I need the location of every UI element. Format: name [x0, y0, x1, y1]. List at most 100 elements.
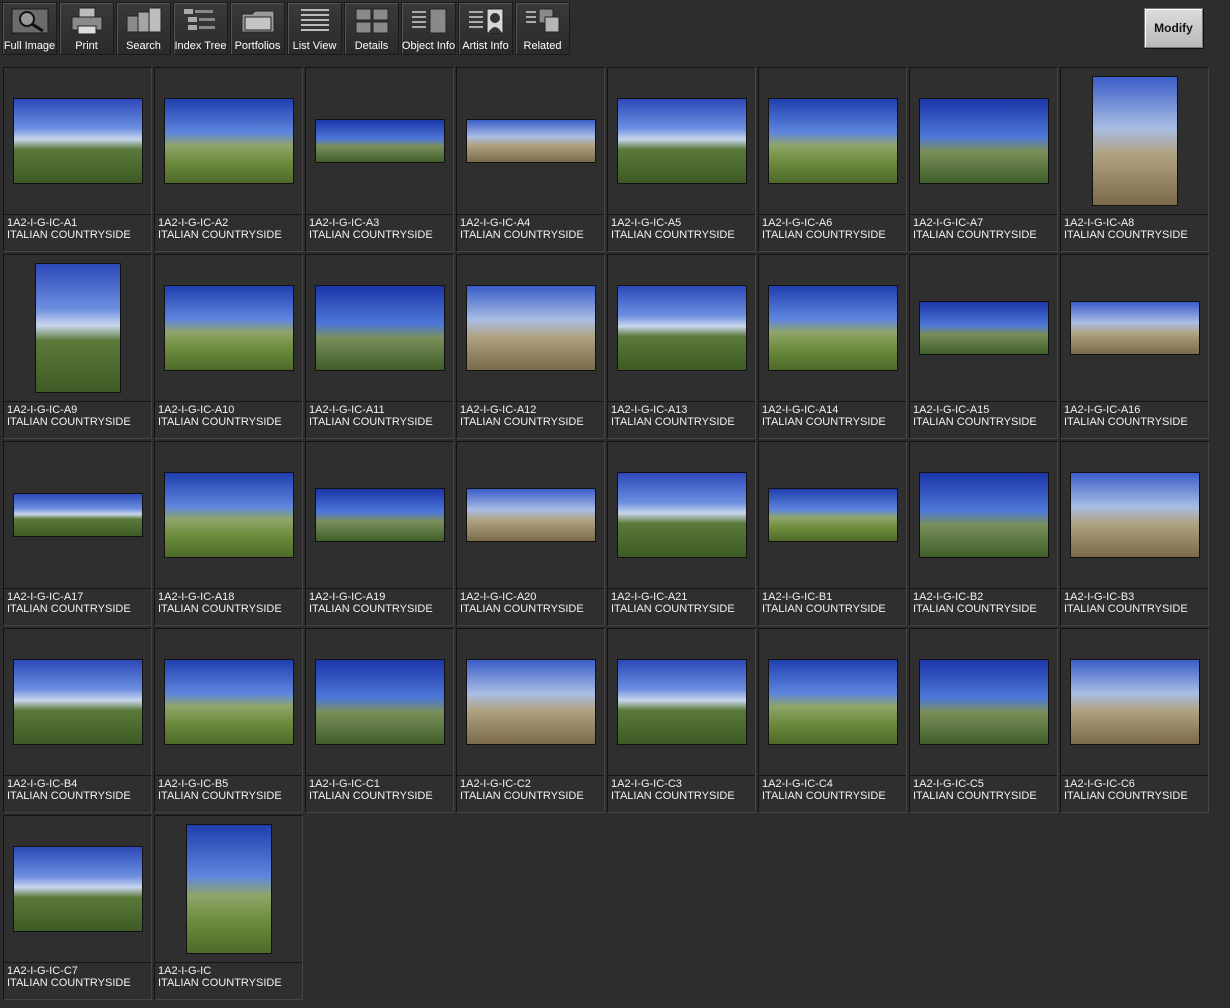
thumbnail-area	[4, 442, 151, 587]
object-info-button[interactable]: Object Info	[401, 2, 456, 55]
thumbnail-image[interactable]	[920, 99, 1048, 183]
thumbnail-cell[interactable]: 1A2-I-G-IC-A12 ITALIAN COUNTRYSIDE	[456, 254, 605, 439]
thumbnail-cell[interactable]: 1A2-I-G-IC-A18 ITALIAN COUNTRYSIDE	[154, 441, 303, 626]
index-tree-button[interactable]: Index Tree	[173, 2, 228, 55]
thumbnail-caption: 1A2-I-G-IC-C3 ITALIAN COUNTRYSIDE	[608, 775, 755, 812]
thumbnail-caption: 1A2-I-G-IC-A9 ITALIAN COUNTRYSIDE	[4, 401, 151, 438]
print-button[interactable]: Print	[59, 2, 114, 55]
thumbnail-caption: 1A2-I-G-IC-A1 ITALIAN COUNTRYSIDE	[4, 214, 151, 251]
thumbnail-cell[interactable]: 1A2-I-G-IC-C1 ITALIAN COUNTRYSIDE	[305, 628, 454, 813]
thumbnail-cell[interactable]: 1A2-I-G-IC-A20 ITALIAN COUNTRYSIDE	[456, 441, 605, 626]
thumbnail-cell[interactable]: 1A2-I-G-IC-A6 ITALIAN COUNTRYSIDE	[758, 67, 907, 252]
thumbnail-image[interactable]	[618, 286, 746, 370]
thumbnail-image[interactable]	[618, 660, 746, 744]
thumbnail-cell[interactable]: 1A2-I-G-IC-A21 ITALIAN COUNTRYSIDE	[607, 441, 756, 626]
thumbnail-cell[interactable]: 1A2-I-G-IC-A1 ITALIAN COUNTRYSIDE	[3, 67, 152, 252]
details-button[interactable]: Details	[344, 2, 399, 55]
thumbnail-cell[interactable]: 1A2-I-G-IC-A4 ITALIAN COUNTRYSIDE	[456, 67, 605, 252]
thumbnail-title: ITALIAN COUNTRYSIDE	[158, 603, 282, 615]
thumbnail-cell[interactable]: 1A2-I-G-IC-A13 ITALIAN COUNTRYSIDE	[607, 254, 756, 439]
thumbnail-image[interactable]	[316, 489, 444, 541]
thumbnail-image[interactable]	[165, 660, 293, 744]
thumbnail-cell[interactable]: 1A2-I-G-IC-C6 ITALIAN COUNTRYSIDE	[1060, 628, 1209, 813]
thumbnail-cell[interactable]: 1A2-I-G-IC-C2 ITALIAN COUNTRYSIDE	[456, 628, 605, 813]
thumbnail-image[interactable]	[769, 660, 897, 744]
thumbnail-cell[interactable]: 1A2-I-G-IC-A19 ITALIAN COUNTRYSIDE	[305, 441, 454, 626]
thumbnail-image[interactable]	[1071, 660, 1199, 744]
modify-button[interactable]: Modify	[1144, 8, 1203, 48]
thumbnail-image[interactable]	[14, 99, 142, 183]
thumbnail-image[interactable]	[769, 489, 897, 541]
thumbnail-image[interactable]	[467, 489, 595, 541]
list-view-button[interactable]: List View	[287, 2, 342, 55]
thumbnail-cell[interactable]: 1A2-I-G-IC-A7 ITALIAN COUNTRYSIDE	[909, 67, 1058, 252]
thumbnail-image[interactable]	[1071, 473, 1199, 557]
thumbnail-image[interactable]	[920, 302, 1048, 354]
thumbnail-cell[interactable]: 1A2-I-G-IC-C3 ITALIAN COUNTRYSIDE	[607, 628, 756, 813]
search-button[interactable]: Search	[116, 2, 171, 55]
thumbnail-cell[interactable]: 1A2-I-G-IC-B3 ITALIAN COUNTRYSIDE	[1060, 441, 1209, 626]
thumbnail-cell[interactable]: 1A2-I-G-IC-C7 ITALIAN COUNTRYSIDE	[3, 815, 152, 1000]
portfolios-button[interactable]: Portfolios	[230, 2, 285, 55]
thumbnail-area	[155, 629, 302, 774]
thumbnail-cell[interactable]: 1A2-I-G-IC-B2 ITALIAN COUNTRYSIDE	[909, 441, 1058, 626]
thumbnail-cell[interactable]: 1A2-I-G-IC-A9 ITALIAN COUNTRYSIDE	[3, 254, 152, 439]
thumbnail-cell[interactable]: 1A2-I-G-IC-A3 ITALIAN COUNTRYSIDE	[305, 67, 454, 252]
thumbnail-area	[457, 629, 604, 774]
related-button[interactable]: Related	[515, 2, 570, 55]
thumbnail-cell[interactable]: 1A2-I-G-IC-A16 ITALIAN COUNTRYSIDE	[1060, 254, 1209, 439]
artist-info-label: Artist Info	[462, 40, 509, 52]
thumbnail-area	[1061, 629, 1208, 774]
thumbnail-image[interactable]	[618, 99, 746, 183]
thumbnail-image[interactable]	[36, 264, 120, 392]
portfolios-icon	[241, 10, 274, 33]
thumbnail-cell[interactable]: 1A2-I-G-IC-A8 ITALIAN COUNTRYSIDE	[1060, 67, 1209, 252]
thumbnail-title: ITALIAN COUNTRYSIDE	[1064, 603, 1188, 615]
thumbnail-id: 1A2-I-G-IC-B5	[158, 778, 229, 790]
thumbnail-cell[interactable]: 1A2-I-G-IC-A10 ITALIAN COUNTRYSIDE	[154, 254, 303, 439]
artist-info-button[interactable]: Artist Info	[458, 2, 513, 55]
thumbnail-cell[interactable]: 1A2-I-G-IC-A17 ITALIAN COUNTRYSIDE	[3, 441, 152, 626]
thumbnail-cell[interactable]: 1A2-I-G-IC-A5 ITALIAN COUNTRYSIDE	[607, 67, 756, 252]
thumbnail-cell[interactable]: 1A2-I-G-IC-A11 ITALIAN COUNTRYSIDE	[305, 254, 454, 439]
thumbnail-cell[interactable]: 1A2-I-G-IC-C5 ITALIAN COUNTRYSIDE	[909, 628, 1058, 813]
thumbnail-cell[interactable]: 1A2-I-G-IC-B4 ITALIAN COUNTRYSIDE	[3, 628, 152, 813]
thumbnail-image[interactable]	[618, 473, 746, 557]
thumbnail-image[interactable]	[316, 286, 444, 370]
thumbnail-cell[interactable]: 1A2-I-G-IC-B5 ITALIAN COUNTRYSIDE	[154, 628, 303, 813]
thumbnail-image[interactable]	[467, 286, 595, 370]
thumbnail-cell[interactable]: 1A2-I-G-IC ITALIAN COUNTRYSIDE	[154, 815, 303, 1000]
thumbnail-cell[interactable]: 1A2-I-G-IC-B1 ITALIAN COUNTRYSIDE	[758, 441, 907, 626]
thumbnail-image[interactable]	[467, 120, 595, 162]
thumbnail-image[interactable]	[14, 494, 142, 536]
thumbnail-image[interactable]	[1093, 77, 1177, 205]
thumbnail-image[interactable]	[920, 660, 1048, 744]
thumbnail-image[interactable]	[14, 660, 142, 744]
thumbnail-image[interactable]	[165, 99, 293, 183]
thumbnail-image[interactable]	[187, 825, 271, 953]
thumbnail-image[interactable]	[14, 847, 142, 931]
thumbnail-image[interactable]	[316, 120, 444, 162]
thumbnail-image[interactable]	[920, 473, 1048, 557]
thumbnail-image[interactable]	[316, 660, 444, 744]
thumbnail-image[interactable]	[1071, 302, 1199, 354]
thumbnail-cell[interactable]: 1A2-I-G-IC-A2 ITALIAN COUNTRYSIDE	[154, 67, 303, 252]
thumbnail-id: 1A2-I-G-IC-A16	[1064, 404, 1141, 416]
thumbnail-image[interactable]	[769, 286, 897, 370]
thumbnail-image[interactable]	[165, 473, 293, 557]
thumbnail-title: ITALIAN COUNTRYSIDE	[7, 416, 131, 428]
thumbnail-image[interactable]	[467, 660, 595, 744]
thumbnail-title: ITALIAN COUNTRYSIDE	[762, 229, 886, 241]
full-image-button[interactable]: Full Image	[2, 2, 57, 55]
thumbnail-cell[interactable]: 1A2-I-G-IC-C4 ITALIAN COUNTRYSIDE	[758, 628, 907, 813]
thumbnail-title: ITALIAN COUNTRYSIDE	[762, 603, 886, 615]
thumbnail-cell[interactable]: 1A2-I-G-IC-A14 ITALIAN COUNTRYSIDE	[758, 254, 907, 439]
thumbnail-cell[interactable]: 1A2-I-G-IC-A15 ITALIAN COUNTRYSIDE	[909, 254, 1058, 439]
thumbnail-image[interactable]	[165, 286, 293, 370]
thumbnail-title: ITALIAN COUNTRYSIDE	[7, 977, 131, 989]
thumbnail-image[interactable]	[769, 99, 897, 183]
thumbnail-caption: 1A2-I-G-IC-A19 ITALIAN COUNTRYSIDE	[306, 588, 453, 625]
thumbnail-caption: 1A2-I-G-IC-C1 ITALIAN COUNTRYSIDE	[306, 775, 453, 812]
list-view-icon	[300, 9, 329, 31]
thumbnail-area	[4, 68, 151, 213]
